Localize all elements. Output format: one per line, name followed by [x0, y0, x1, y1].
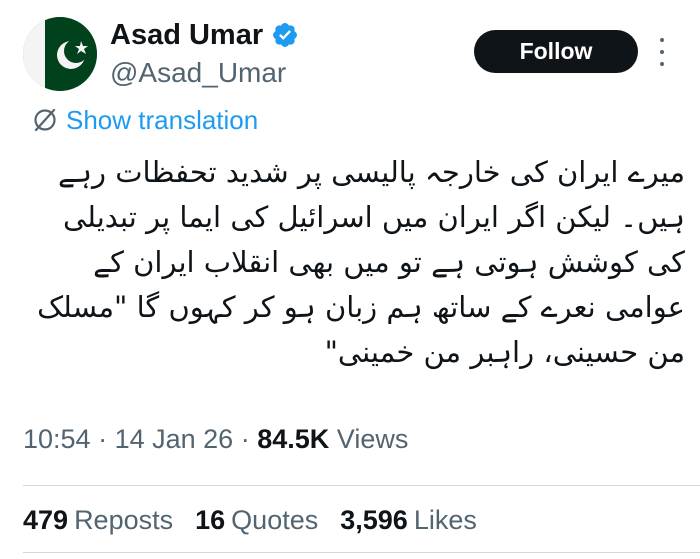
show-translation-label: Show translation [66, 105, 259, 135]
author-name-row: Asad Umar [110, 17, 299, 53]
meta-separator: · [98, 424, 115, 454]
tweet-line: ہیں۔ لیکن اگر ایران میں اسرائیل کی ایما … [62, 200, 685, 234]
verified-badge-icon[interactable] [271, 21, 299, 49]
tweet-line: عوامی نعرے کے ساتھ ہم زبان ہو کر کہوں گا… [37, 290, 685, 324]
tweet-line: من حسینی، راہبر من خمینی" [324, 335, 685, 369]
author-name[interactable]: Asad Umar [110, 17, 263, 53]
tweet-time[interactable]: 10:54 [23, 424, 91, 454]
show-translation-link[interactable]: Show translation [32, 104, 258, 136]
meta-separator: · [240, 424, 258, 454]
quotes-label: Quotes [231, 505, 319, 535]
avatar[interactable] [23, 17, 97, 91]
tweet-meta: 10:54 · 14 Jan 26 · 84.5K Views [23, 422, 408, 456]
divider [23, 552, 700, 553]
likes-label: Likes [413, 505, 477, 535]
views-label: Views [336, 424, 409, 454]
quotes-count: 16 [195, 505, 226, 535]
tweet-line: کی کوشش ہوتی ہے تو میں بھی انقلاب ایران … [93, 245, 685, 279]
likes-stat[interactable]: 3,596 Likes [340, 503, 477, 537]
follow-button[interactable]: Follow [474, 30, 638, 73]
tweet-date[interactable]: 14 Jan 26 [115, 424, 234, 454]
tweet-line: میرے ایران کی خارجہ پالیسی پر شدید تحفظا… [58, 155, 685, 189]
likes-count: 3,596 [340, 505, 408, 535]
tweet-text: میرے ایران کی خارجہ پالیسی پر شدید تحفظا… [20, 150, 685, 375]
pakistan-flag-icon [23, 17, 97, 91]
author-handle[interactable]: @Asad_Umar [110, 56, 286, 90]
quotes-stat[interactable]: 16 Quotes [195, 503, 318, 537]
more-options-icon[interactable] [656, 38, 668, 66]
engagement-stats: 479 Reposts 16 Quotes 3,596 Likes [23, 503, 477, 537]
translate-icon [34, 108, 56, 132]
reposts-label: Reposts [74, 505, 174, 535]
reposts-stat[interactable]: 479 Reposts [23, 503, 173, 537]
divider [23, 485, 700, 486]
views-count: 84.5K [257, 424, 330, 454]
reposts-count: 479 [23, 505, 69, 535]
